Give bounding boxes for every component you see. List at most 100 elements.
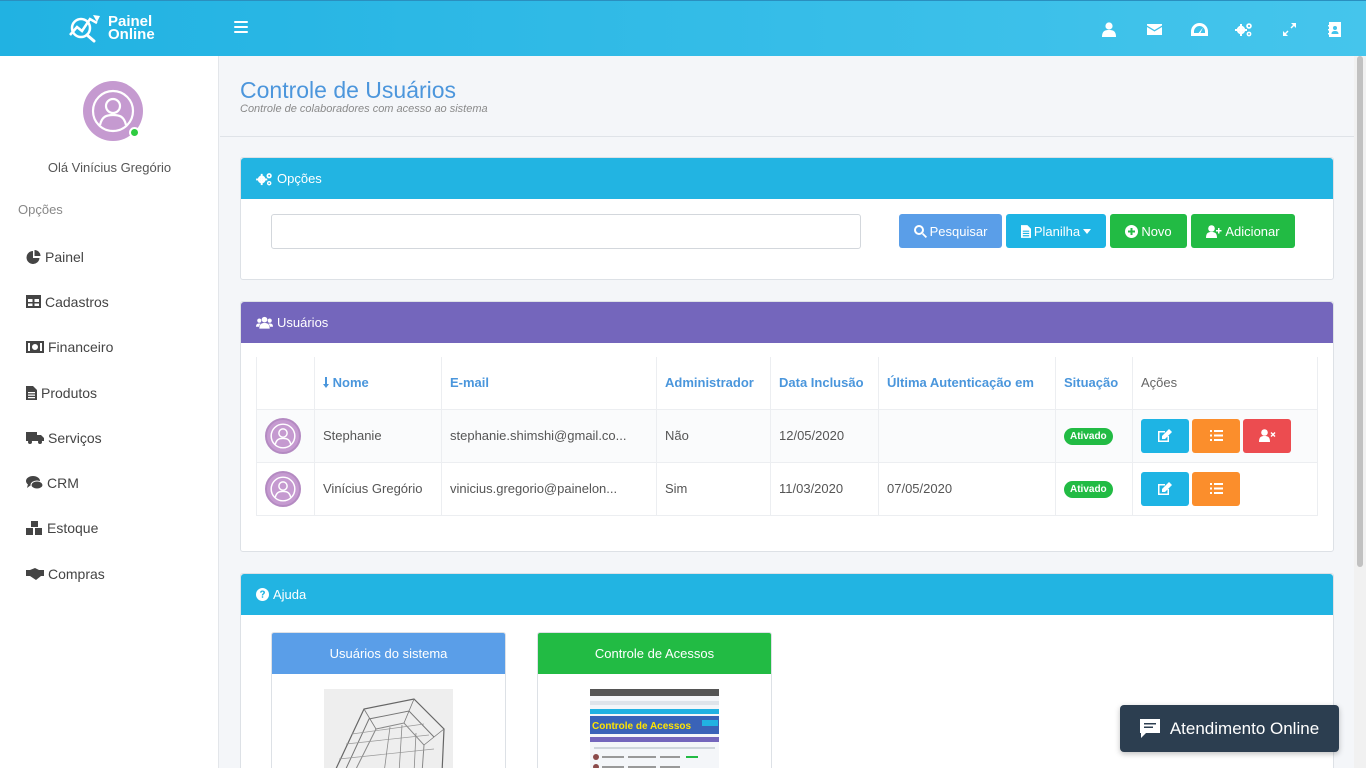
caret-down-icon (1083, 228, 1092, 234)
add-button-label: Adicionar (1225, 223, 1280, 239)
users-panel: Usuários Nome E-mail Administrador Data … (240, 301, 1334, 552)
table-row: Vinícius Gregório vinicius.gregorio@pain… (256, 461, 1318, 516)
sidebar-item-label: Serviços (48, 429, 102, 446)
online-support-chat-button[interactable]: Atendimento Online (1120, 705, 1339, 752)
architecture-sketch-image (324, 689, 453, 768)
new-button[interactable]: Novo (1110, 214, 1187, 248)
users-table: Nome E-mail Administrador Data Inclusão … (256, 357, 1318, 516)
column-header-admin[interactable]: Administrador (656, 357, 771, 410)
avatar-cell (256, 408, 315, 463)
page-scrollbar[interactable] (1354, 56, 1366, 768)
cell-admin: Não (656, 408, 771, 463)
scrollbar-thumb[interactable] (1357, 56, 1363, 567)
remove-user-button[interactable] (1243, 418, 1291, 453)
spreadsheet-button-label: Planilha (1033, 223, 1081, 239)
question-circle-icon (256, 588, 269, 601)
user-icon[interactable] (1099, 19, 1119, 39)
help-panel-title: Ajuda (273, 587, 307, 602)
top-navbar: Painel Online (0, 0, 1366, 56)
brand-line-2: Online (108, 26, 155, 43)
cell-name: Stephanie (314, 408, 442, 463)
help-card-access-control[interactable]: Controle de Acessos Controle de Acessos (537, 632, 772, 768)
options-buttons: Pesquisar Planilha Novo Adicionar (899, 214, 1295, 248)
users-icon (256, 316, 273, 329)
brand-logo[interactable]: Painel Online (68, 13, 155, 43)
help-panel-header: Ajuda (241, 574, 1333, 615)
user-avatar (265, 470, 301, 507)
sidebar-item-servicos[interactable]: Serviços (0, 415, 219, 460)
sidebar-item-produtos[interactable]: Produtos (0, 370, 219, 415)
column-header-name[interactable]: Nome (314, 357, 442, 410)
edit-button[interactable] (1141, 471, 1189, 506)
cell-admin: Sim (656, 461, 771, 516)
column-header-actions: Ações (1132, 357, 1318, 410)
edit-button[interactable] (1141, 418, 1189, 453)
column-header-status[interactable]: Situação (1055, 357, 1133, 410)
sidebar-item-compras[interactable]: Compras (0, 551, 219, 596)
sidebar-item-estoque[interactable]: Estoque (0, 506, 219, 551)
permissions-list-button[interactable] (1192, 471, 1240, 506)
help-card-title: Controle de Acessos (538, 633, 771, 674)
status-badge: Ativado (1064, 480, 1113, 498)
access-control-screenshot-image: Controle de Acessos (590, 689, 719, 768)
search-input[interactable] (271, 214, 861, 249)
cell-last-auth: 07/05/2020 (878, 461, 1056, 516)
cogs-icon[interactable] (1234, 19, 1254, 39)
sidebar-item-label: Compras (48, 565, 105, 582)
search-icon (913, 224, 927, 238)
help-card-users[interactable]: Usuários do sistema (271, 632, 506, 768)
sidebar-item-financeiro[interactable]: Financeiro (0, 325, 219, 370)
add-user-button[interactable]: Adicionar (1191, 214, 1295, 248)
column-header-label: Nome (332, 375, 369, 391)
page-title: Controle de Usuários (240, 77, 457, 103)
sidebar-item-painel[interactable]: Painel (0, 234, 219, 279)
envelope-icon[interactable] (1144, 19, 1164, 39)
avatar-cell (256, 461, 315, 516)
sidebar: Olá Vinícius Gregório Opções Painel Cada… (0, 56, 219, 768)
table-header-row: Nome E-mail Administrador Data Inclusão … (256, 357, 1318, 410)
list-icon (1209, 483, 1223, 494)
sidebar-item-crm[interactable]: CRM (0, 460, 219, 505)
person-icon (270, 422, 296, 449)
options-panel: Opções Pesquisar Planilha Novo Adicionar (240, 157, 1334, 280)
column-header-created[interactable]: Data Inclusão (770, 357, 879, 410)
edit-icon (1158, 482, 1172, 495)
user-plus-icon (1206, 224, 1222, 238)
pie-chart-icon (26, 249, 41, 264)
person-icon (91, 89, 135, 133)
options-panel-header: Opções (241, 158, 1333, 199)
spreadsheet-dropdown-button[interactable]: Planilha (1006, 214, 1106, 248)
sidebar-item-label: Painel (45, 248, 84, 265)
cogs-icon (256, 172, 272, 185)
user-avatar (265, 417, 301, 454)
search-button[interactable]: Pesquisar (899, 214, 1002, 248)
column-header-last-auth[interactable]: Última Autenticação em (878, 357, 1056, 410)
list-icon (1209, 430, 1223, 441)
page-header: Controle de Usuários Controle de colabor… (220, 56, 1354, 137)
dashboard-icon[interactable] (1189, 19, 1209, 39)
cell-created: 11/03/2020 (770, 461, 879, 516)
money-icon (26, 341, 44, 354)
expand-icon[interactable] (1279, 19, 1299, 39)
cell-actions (1132, 461, 1318, 516)
permissions-list-button[interactable] (1192, 418, 1240, 453)
file-icon (26, 385, 37, 400)
user-avatar[interactable] (83, 81, 143, 141)
thumb-title-text: Controle de Acessos (592, 721, 692, 732)
cell-name: Vinícius Gregório (314, 461, 442, 516)
address-book-icon[interactable] (1324, 19, 1344, 39)
person-icon (270, 475, 296, 502)
cell-status: Ativado (1055, 461, 1133, 516)
column-header-email[interactable]: E-mail (441, 357, 657, 410)
comments-icon (26, 476, 43, 490)
brand-name: Painel Online (108, 14, 155, 43)
menu-toggle-icon[interactable] (234, 21, 248, 33)
new-button-label: Novo (1141, 223, 1172, 239)
cell-actions (1132, 408, 1318, 463)
sidebar-item-cadastros[interactable]: Cadastros (0, 279, 219, 324)
top-icons (1099, 19, 1344, 39)
users-panel-title: Usuários (277, 315, 329, 330)
cubes-icon (26, 521, 42, 536)
row-actions (1141, 471, 1317, 506)
search-button-label: Pesquisar (929, 223, 988, 239)
